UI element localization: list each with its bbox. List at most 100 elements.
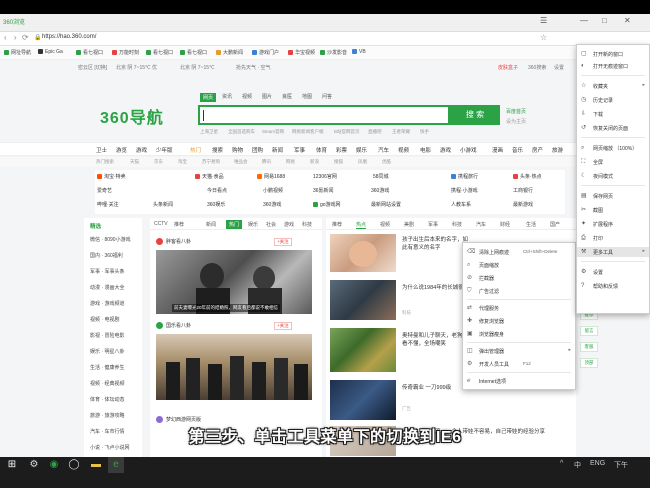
weather-text[interactable]: 抢先天气 · 空气 — [236, 64, 270, 71]
feed-tab[interactable]: 生活 — [526, 221, 536, 228]
menu-item-incognito[interactable]: ◐ 打开无痕迹窗口 — [577, 61, 649, 71]
weather-text[interactable]: 北京 阴 7~15℃ 优 — [116, 64, 157, 71]
category-item[interactable]: 影视 · 冒险电影 — [90, 332, 124, 339]
search-tab[interactable]: 图片 — [262, 93, 272, 100]
news-image[interactable]: 前夫妻曝光20年前的结婚照，网友看后都说不敢相信 — [156, 250, 312, 314]
folder-icon[interactable]: ▬ — [88, 457, 104, 473]
menu-item-extensions[interactable]: ✦ 扩展程序 — [577, 219, 649, 229]
nav-item[interactable]: 旅游 — [552, 146, 563, 154]
close-icon[interactable]: ✕ — [624, 16, 631, 25]
site-link[interactable]: 爱奇艺 — [97, 187, 112, 194]
nav-item[interactable]: 娱乐 — [356, 146, 367, 154]
search-tab[interactable]: 良医 — [282, 93, 292, 100]
sub-nav-item[interactable]: 腾讯 — [262, 159, 271, 165]
nav-item[interactable]: 游戏 — [440, 146, 451, 154]
news-author[interactable]: 梦幻西游网页版 — [156, 416, 201, 423]
site-link[interactable]: 12306官网 — [313, 173, 337, 180]
menu-item-devtools[interactable]: ⚙ 开发人员工具 F12 — [463, 359, 575, 369]
feed-image[interactable] — [330, 234, 396, 272]
news-tab[interactable]: 推荐 — [174, 221, 184, 228]
menu-item-clear-traces[interactable]: ⌫ 清除上网痕迹 Ctrl+Shift+Delete — [463, 247, 575, 257]
menu-item-blocker[interactable]: ⊘ 拦截器 — [463, 273, 575, 283]
site-link[interactable]: 人教车系 — [451, 201, 471, 208]
menu-item-history[interactable]: ◷ 历史记录 — [577, 95, 649, 105]
site-link[interactable]: 最新网站设置 — [371, 201, 401, 208]
nav-item[interactable]: 搜索 — [212, 146, 223, 154]
bookmark-item[interactable]: 沙发影音 — [320, 49, 347, 56]
nav-item[interactable]: 卫士 — [96, 146, 107, 154]
menu-item-screenshot[interactable]: ✂ 截图 — [577, 205, 649, 215]
nav-item[interactable]: 房产 — [532, 146, 543, 154]
skin-icon[interactable]: ☰ — [540, 16, 547, 25]
site-link[interactable]: 头条·热点 — [513, 173, 542, 180]
site-link[interactable]: 360娱乐 — [207, 201, 225, 208]
feed-tab[interactable]: 军事 — [428, 221, 438, 228]
back-icon[interactable]: ‹ — [4, 33, 7, 42]
category-item[interactable]: 军事 · 军事头条 — [90, 268, 124, 275]
category-item[interactable]: 生活 · 健康养生 — [90, 364, 124, 371]
news-tab[interactable]: 游戏 — [284, 221, 294, 228]
top-link[interactable]: 设置 — [554, 64, 564, 71]
site-link[interactable]: 360游戏 — [263, 201, 281, 208]
category-item[interactable]: 娱乐 · 明星八卦 — [90, 348, 124, 355]
hot-search[interactable]: 王者荣耀 — [392, 129, 410, 135]
weather-text[interactable]: 北京 阴 7~15℃ — [180, 64, 215, 71]
menu-item-proxy[interactable]: ⇄ 代理服务 — [463, 303, 575, 313]
site-link[interactable]: 最新游戏 — [513, 201, 533, 208]
site-link[interactable]: 工商银行 — [513, 187, 533, 194]
sub-nav-item[interactable]: 天猫 — [130, 159, 139, 165]
news-tab[interactable]: 娱乐 — [248, 221, 258, 228]
bookmark-item[interactable]: 游戏门户 — [252, 49, 279, 56]
search-tab[interactable]: 视频 — [242, 93, 252, 100]
side-link[interactable]: 设为主页 — [506, 118, 526, 125]
menu-item-help[interactable]: ? 帮助和反馈 — [577, 281, 649, 291]
nav-item[interactable]: 漫画 — [492, 146, 503, 154]
search-input[interactable] — [198, 105, 450, 125]
menu-item-ad-filter[interactable]: ⛉ 广告过滤 — [463, 286, 575, 296]
feed-image[interactable] — [330, 328, 396, 372]
nav-item[interactable]: 团购 — [252, 146, 263, 154]
site-link[interactable]: 天猫·食品 — [195, 173, 224, 180]
star-icon[interactable]: ☆ — [540, 33, 547, 42]
category-item[interactable]: 视频 · 电视剧 — [90, 316, 119, 323]
url-input[interactable]: https://hao.360.com/ — [42, 34, 422, 44]
menu-item-download[interactable]: ⇩ 下载 — [577, 109, 649, 119]
feed-tab[interactable]: 科技 — [452, 221, 462, 228]
category-item[interactable]: 动漫 · 漫画大全 — [90, 284, 124, 291]
search-tab[interactable]: 资讯 — [222, 93, 232, 100]
search-tab[interactable]: 网页 — [200, 93, 217, 102]
site-link[interactable]: 36氪新闻 — [313, 187, 334, 194]
tray-time[interactable]: 下午 — [614, 460, 628, 470]
forward-icon[interactable]: › — [14, 33, 17, 42]
wechat-icon[interactable]: ◉ — [46, 457, 62, 473]
menu-item-settings[interactable]: ⚙ 设置 — [577, 267, 649, 277]
news-image[interactable] — [156, 334, 312, 400]
float-button[interactable]: 留言 — [580, 326, 598, 336]
feed-tab[interactable]: 热点 — [356, 221, 367, 229]
bookmark-item[interactable]: Epic Ga — [38, 49, 63, 55]
sub-nav-item[interactable]: 京东 — [154, 159, 163, 165]
news-tab[interactable]: CCTV — [154, 221, 168, 227]
menu-item-print[interactable]: ⎙ 打印 — [577, 233, 649, 243]
bookmark-item[interactable]: 看七视口 — [76, 49, 103, 56]
sub-nav-item[interactable]: 搜狐 — [334, 159, 343, 165]
nav-item[interactable]: 小游戏 — [460, 146, 477, 154]
bookmark-item[interactable]: 大鹏新闻 — [216, 49, 243, 56]
menu-item-new-window[interactable]: ▢ 打开新的窗口 — [577, 49, 649, 59]
feed-image[interactable] — [330, 280, 396, 320]
feed-image[interactable] — [330, 380, 396, 420]
tray-icon[interactable]: ENG — [590, 460, 605, 467]
chat-icon[interactable]: ◯ — [66, 457, 82, 473]
menu-item-repair[interactable]: ✚ 修复浏览器 — [463, 316, 575, 326]
bookmark-item[interactable]: 看七视口 — [180, 49, 207, 56]
sub-nav-item[interactable]: 淘宝 — [178, 159, 187, 165]
hot-search[interactable]: B站官网首页 — [334, 129, 360, 135]
site-link[interactable]: 淘宝·特卖 — [97, 173, 126, 180]
sub-nav-item[interactable]: 唯品会 — [234, 159, 248, 165]
site-logo[interactable]: 360导航 — [100, 104, 164, 128]
nav-item[interactable]: 视频 — [398, 146, 409, 154]
site-link[interactable]: 携程·小游戏 — [451, 187, 478, 194]
category-item[interactable]: 旅游 · 旅游攻略 — [90, 412, 124, 419]
search-button[interactable]: 搜 索 — [450, 105, 500, 125]
sub-nav-item[interactable]: 网易 — [286, 159, 295, 165]
